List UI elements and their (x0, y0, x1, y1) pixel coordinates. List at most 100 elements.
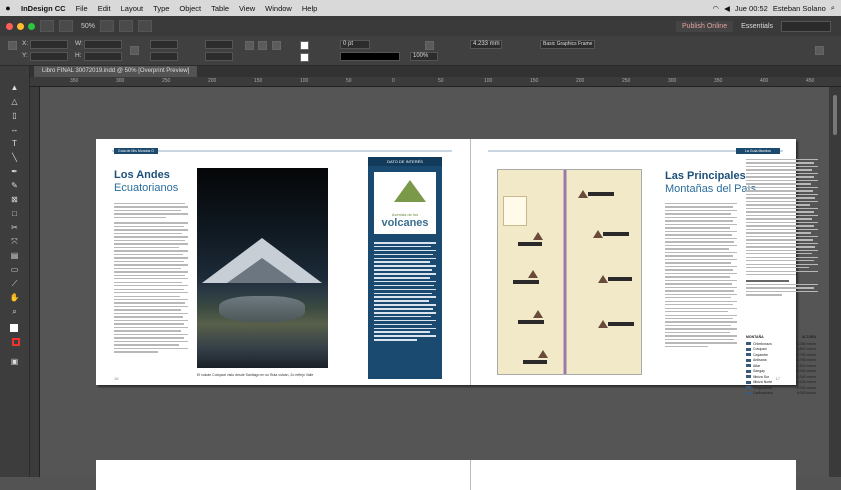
fill-color-icon[interactable] (10, 324, 18, 332)
minimize-window-button[interactable] (17, 22, 24, 30)
menu-user[interactable]: Esteban Solano (773, 4, 826, 13)
hand-tool-icon[interactable]: ✋ (9, 292, 20, 303)
mountain-name: Altar (753, 363, 761, 368)
eyedropper-tool-icon[interactable]: ⟋ (9, 278, 20, 289)
left-body-text[interactable] (114, 203, 188, 355)
horizontal-ruler[interactable]: 350 300 250 200 150 100 50 0 50 100 150 … (30, 77, 841, 87)
object-style-select[interactable]: Basic Graphics Frame (540, 40, 595, 49)
bridge-button[interactable] (40, 20, 54, 32)
zoom-window-button[interactable] (28, 22, 35, 30)
photo-caption[interactable]: El volcán Cotopaxi visto desde Santiago … (197, 373, 313, 377)
mountain-height-table[interactable]: MONTAÑA ALTURA Chimborazo 6.268 msnm Coto… (746, 335, 816, 396)
right-page-number: 17 (775, 376, 780, 381)
vertical-scrollbar[interactable] (833, 95, 837, 135)
stroke-type-select[interactable] (340, 52, 400, 61)
left-title-line2[interactable]: Ecuatorianos (114, 182, 178, 194)
map-peak-icon (528, 270, 538, 278)
screen-mode-button[interactable] (119, 20, 134, 32)
ruler-tick: 150 (254, 78, 263, 84)
direct-selection-tool-icon[interactable]: △ (9, 96, 20, 107)
rectangle-tool-icon[interactable]: □ (9, 208, 20, 219)
opacity-field[interactable]: 100% (410, 52, 438, 61)
y-field[interactable] (30, 52, 68, 61)
x-field[interactable] (30, 40, 68, 49)
menu-clock[interactable]: Jue 00:52 (735, 4, 768, 13)
right-body-text-col1[interactable] (665, 203, 737, 349)
selection-tool-icon[interactable]: ▲ (9, 82, 20, 93)
gap-tool-icon[interactable]: ↔ (9, 124, 20, 135)
note-tool-icon[interactable]: ▭ (9, 264, 20, 275)
zoom-level[interactable]: 50% (81, 23, 95, 30)
rotation-field[interactable] (205, 40, 233, 49)
mountain-name: Cayambe (753, 352, 768, 357)
width-field[interactable] (84, 40, 122, 49)
stroke-color-icon[interactable] (12, 338, 20, 346)
ruler-tick: 100 (300, 78, 309, 84)
volume-icon[interactable]: ◀ (724, 4, 730, 13)
adobe-stock-search-input[interactable] (781, 20, 831, 32)
close-window-button[interactable] (6, 22, 13, 30)
select-container-icon[interactable] (272, 41, 281, 50)
next-page-spread[interactable] (96, 460, 796, 490)
free-transform-tool-icon[interactable]: ⤧ (9, 236, 20, 247)
text-wrap-icon[interactable] (425, 41, 434, 50)
arrange-documents-button[interactable] (138, 20, 153, 32)
publish-online-button[interactable]: Publish Online (675, 20, 734, 32)
sidebar-body-text[interactable] (368, 234, 442, 341)
shear-field[interactable] (205, 52, 233, 61)
cotopaxi-photo[interactable] (197, 168, 328, 368)
type-tool-icon[interactable]: T (9, 138, 20, 149)
interest-sidebar[interactable]: DATO DE INTERÉS Avenida de los volcanes (368, 157, 442, 379)
left-title-line1[interactable]: Los Andes (114, 169, 170, 181)
menu-window[interactable]: Window (260, 4, 297, 13)
stock-button[interactable] (59, 20, 73, 32)
page-tool-icon[interactable]: ▯ (9, 110, 20, 121)
menu-edit[interactable]: Edit (93, 4, 116, 13)
lightning-icon[interactable] (815, 46, 824, 55)
zoom-tool-icon[interactable]: ⌕ (9, 306, 20, 317)
pen-tool-icon[interactable]: ✒ (9, 166, 20, 177)
menu-layout[interactable]: Layout (116, 4, 149, 13)
mountains-map[interactable] (497, 169, 642, 375)
flip-vertical-icon[interactable] (258, 41, 267, 50)
menu-view[interactable]: View (234, 4, 260, 13)
corner-size-field[interactable]: 4.233 mm (470, 40, 502, 49)
mountain-name: Illiniza Norte (753, 380, 773, 385)
menu-file[interactable]: File (71, 4, 93, 13)
menu-object[interactable]: Object (174, 4, 206, 13)
mountain-icon (746, 369, 751, 373)
right-title-line2[interactable]: Montañas del País (665, 183, 756, 195)
page-spread[interactable]: Guía de Mis Mundos O Los Andes Ecuatoria… (96, 139, 818, 395)
pasteboard[interactable]: Guía de Mis Mundos O Los Andes Ecuatoria… (40, 87, 829, 490)
document-tab[interactable]: Libro FINAL 30072019.indd @ 50% [Overpri… (34, 66, 198, 77)
view-options-button[interactable] (100, 20, 115, 32)
stroke-weight-field[interactable]: 0 pt (340, 40, 370, 49)
menu-help[interactable]: Help (297, 4, 322, 13)
stroke-swatch[interactable] (300, 53, 309, 62)
rectangle-frame-tool-icon[interactable]: ⊠ (9, 194, 20, 205)
mountain-icon (746, 375, 751, 379)
constrain-proportions-icon[interactable] (130, 46, 139, 55)
wifi-icon[interactable]: ◠ (713, 4, 720, 13)
apple-icon[interactable]: ● (0, 3, 16, 13)
scale-y-field[interactable] (150, 52, 178, 61)
vertical-ruler[interactable] (30, 87, 40, 477)
gradient-tool-icon[interactable]: ▤ (9, 250, 20, 261)
flip-horizontal-icon[interactable] (245, 41, 254, 50)
scissors-tool-icon[interactable]: ✂ (9, 222, 20, 233)
menu-type[interactable]: Type (148, 4, 174, 13)
pencil-tool-icon[interactable]: ✎ (9, 180, 20, 191)
menu-table[interactable]: Table (206, 4, 234, 13)
right-title-line1[interactable]: Las Principales (665, 170, 746, 182)
spotlight-icon[interactable]: ⌕ (831, 3, 835, 13)
mountain-height: 5.126 msnm (796, 380, 816, 385)
height-field[interactable] (84, 52, 122, 61)
workspace-switcher[interactable]: Essentials (741, 23, 773, 30)
line-tool-icon[interactable]: ╲ (9, 152, 20, 163)
fill-swatch[interactable] (300, 41, 309, 50)
menu-app-name[interactable]: InDesign CC (16, 4, 71, 13)
scale-x-field[interactable] (150, 40, 178, 49)
screen-mode-icon[interactable]: ▣ (9, 356, 20, 367)
reference-point-icon[interactable] (8, 41, 17, 50)
right-body-text-col2[interactable] (746, 159, 818, 298)
